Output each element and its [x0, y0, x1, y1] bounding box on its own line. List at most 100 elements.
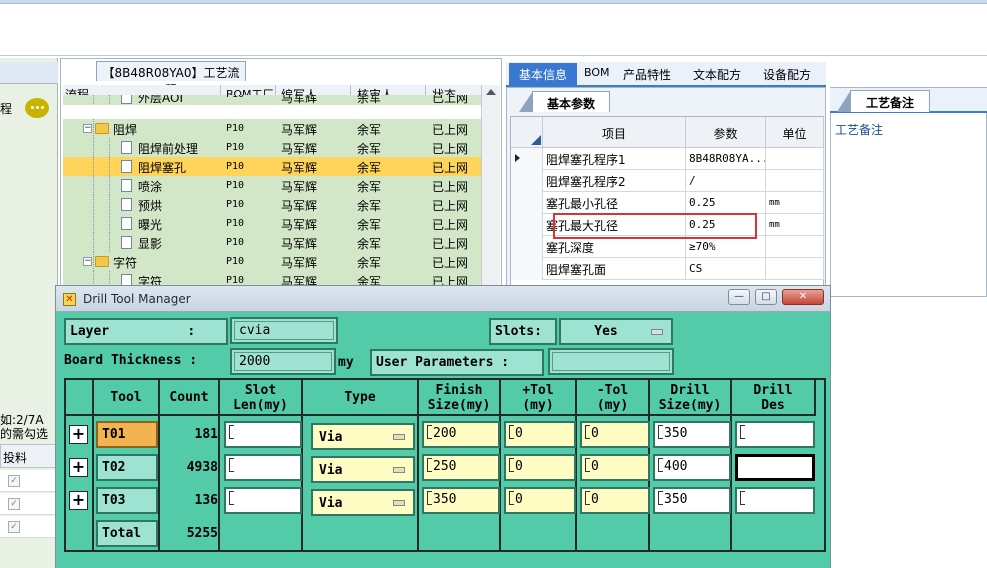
tab-product-features[interactable]: 产品特性: [623, 66, 671, 83]
param-value[interactable]: ≥70%: [686, 236, 766, 258]
tree-row[interactable]: − 阻焊 P10 马军辉 余军 已上网: [63, 119, 481, 138]
slot-len-input[interactable]: [224, 421, 302, 448]
tab-text-recipe[interactable]: 文本配方: [693, 66, 741, 83]
left-list-row[interactable]: ✓: [0, 470, 58, 492]
user-parameters-value[interactable]: [552, 352, 670, 371]
layer-field[interactable]: cvia: [230, 317, 338, 344]
slot-len-input[interactable]: [224, 487, 302, 514]
tree-row[interactable]: 阻焊前处理 P10 马军辉 余军 已上网: [63, 138, 481, 157]
column-divider: [417, 416, 419, 550]
window-titlebar[interactable]: ✕ Drill Tool Manager — □ ✕: [56, 286, 830, 312]
param-value[interactable]: 0.25: [686, 192, 766, 214]
col-drill-des[interactable]: Drill Des: [732, 380, 816, 416]
tree-row[interactable]: 显影 P10 马军辉 余军 已上网: [63, 233, 481, 252]
dropdown-icon[interactable]: [393, 467, 405, 473]
user-parameters-field[interactable]: [548, 348, 674, 375]
col-item[interactable]: 项目: [543, 117, 686, 148]
minus-tol-input[interactable]: 0: [580, 421, 650, 448]
minus-tol-input[interactable]: 0: [580, 487, 650, 514]
col-count[interactable]: Count: [160, 380, 220, 416]
param-value[interactable]: CS: [686, 258, 766, 280]
row-header: [511, 148, 543, 170]
col-finish-size[interactable]: Finish Size(my): [419, 380, 501, 416]
drill-des-input[interactable]: [735, 421, 815, 448]
param-row[interactable]: 阻焊塞孔程序2/: [511, 170, 824, 192]
tree-row[interactable]: 曝光 P10 马军辉 余军 已上网: [63, 214, 481, 233]
expand-row-icon[interactable]: +: [69, 491, 88, 510]
tree-row[interactable]: − 字符 P10 马军辉 余军 已上网: [63, 252, 481, 271]
finish-size-input[interactable]: 200: [422, 421, 500, 448]
param-row[interactable]: 塞孔最小孔径 0.25 mm: [511, 192, 824, 214]
process-flow-title[interactable]: 【8B48R08YA0】工艺流程: [96, 61, 246, 97]
tool-button[interactable]: T01: [96, 421, 158, 448]
col-type[interactable]: Type: [303, 380, 419, 416]
tab-bom[interactable]: BOM: [584, 66, 610, 79]
tree-row[interactable]: 外层AOI P10 马军辉 余军 已上网: [63, 95, 481, 105]
dropdown-icon[interactable]: [393, 434, 405, 440]
col-drill-size[interactable]: Drill Size(my): [650, 380, 732, 416]
finish-size-input[interactable]: 350: [422, 487, 500, 514]
scroll-up-arrow-icon[interactable]: [486, 89, 496, 95]
left-info-line-2: 的需勾选: [0, 427, 49, 441]
tree-item-name: 阻焊: [113, 123, 138, 137]
param-row[interactable]: 阻焊塞孔程序1 8B48R08YA...: [511, 148, 824, 170]
tab-equipment-recipe[interactable]: 设备配方: [763, 66, 811, 83]
tab-basic-info[interactable]: 基本信息: [509, 63, 577, 86]
type-dropdown[interactable]: Via: [311, 489, 415, 516]
type-dropdown[interactable]: Via: [311, 456, 415, 483]
tree-row[interactable]: 预烘 P10 马军辉 余军 已上网: [63, 195, 481, 214]
maximize-button[interactable]: □: [755, 289, 777, 305]
col-unit[interactable]: 单位: [766, 117, 824, 148]
checkbox[interactable]: ✓: [8, 521, 20, 533]
collapse-toggle-icon[interactable]: −: [83, 124, 92, 133]
drill-size-input[interactable]: 350: [653, 421, 731, 448]
left-list-row[interactable]: ✓: [0, 493, 58, 515]
basic-params-grid: 项目 参数 单位 阻焊塞孔程序1 8B48R08YA... 阻焊塞孔程序2/塞孔最小…: [510, 116, 824, 296]
board-thickness-value[interactable]: 2000: [234, 352, 332, 371]
param-row[interactable]: 塞孔深度 ≥70%: [511, 236, 824, 258]
type-dropdown[interactable]: Via: [311, 423, 415, 450]
layer-value[interactable]: cvia: [234, 321, 334, 340]
tree-item-factory: P10: [226, 256, 245, 267]
plus-tol-input[interactable]: 0: [504, 421, 576, 448]
tab-process-notes[interactable]: 工艺备注: [837, 90, 930, 112]
col-minus-tol[interactable]: -Tol (my): [577, 380, 650, 416]
drill-des-input[interactable]: [735, 487, 815, 514]
tree-row[interactable]: 阻焊塞孔 P10 马军辉 余军 已上网: [63, 157, 481, 176]
slot-len-input[interactable]: [224, 454, 302, 481]
dropdown-icon[interactable]: [651, 329, 663, 335]
param-value[interactable]: 8B48R08YA...: [686, 148, 766, 170]
tool-button[interactable]: T02: [96, 454, 158, 481]
tree-row[interactable]: 喷涂 P10 马军辉 余军 已上网: [63, 176, 481, 195]
col-plus-tol[interactable]: +Tol (my): [501, 380, 577, 416]
drill-size-input[interactable]: 400: [653, 454, 731, 481]
collapse-toggle-icon[interactable]: −: [83, 257, 92, 266]
tab-basic-params[interactable]: 基本参数: [519, 91, 610, 112]
row-header: [511, 170, 543, 192]
minus-tol-input[interactable]: 0: [580, 454, 650, 481]
left-list-row[interactable]: ✓: [0, 516, 58, 538]
board-thickness-field[interactable]: 2000: [230, 348, 336, 375]
checkbox[interactable]: ✓: [8, 498, 20, 510]
tool-button[interactable]: T03: [96, 487, 158, 514]
checkbox[interactable]: ✓: [8, 475, 20, 487]
expand-row-icon[interactable]: +: [69, 458, 88, 477]
close-button[interactable]: ✕: [782, 289, 824, 305]
total-button[interactable]: Total: [96, 520, 158, 547]
plus-tol-input[interactable]: 0: [504, 454, 576, 481]
drill-size-input[interactable]: 350: [653, 487, 731, 514]
param-row[interactable]: 阻焊塞孔面 CS: [511, 258, 824, 280]
expand-row-icon[interactable]: +: [69, 425, 88, 444]
plus-tol-input[interactable]: 0: [504, 487, 576, 514]
param-value[interactable]: /: [686, 170, 766, 192]
col-tool[interactable]: Tool: [94, 380, 160, 416]
col-slot-len[interactable]: Slot Len(my): [220, 380, 303, 416]
tree-scrollbar[interactable]: [481, 85, 500, 290]
slots-dropdown[interactable]: Yes: [559, 318, 673, 345]
minimize-button[interactable]: —: [728, 289, 750, 305]
col-param[interactable]: 参数: [686, 117, 766, 148]
finish-size-input[interactable]: 250: [422, 454, 500, 481]
drill-des-input[interactable]: [735, 454, 815, 481]
chat-bubble-icon[interactable]: [25, 98, 49, 118]
dropdown-icon[interactable]: [393, 500, 405, 506]
